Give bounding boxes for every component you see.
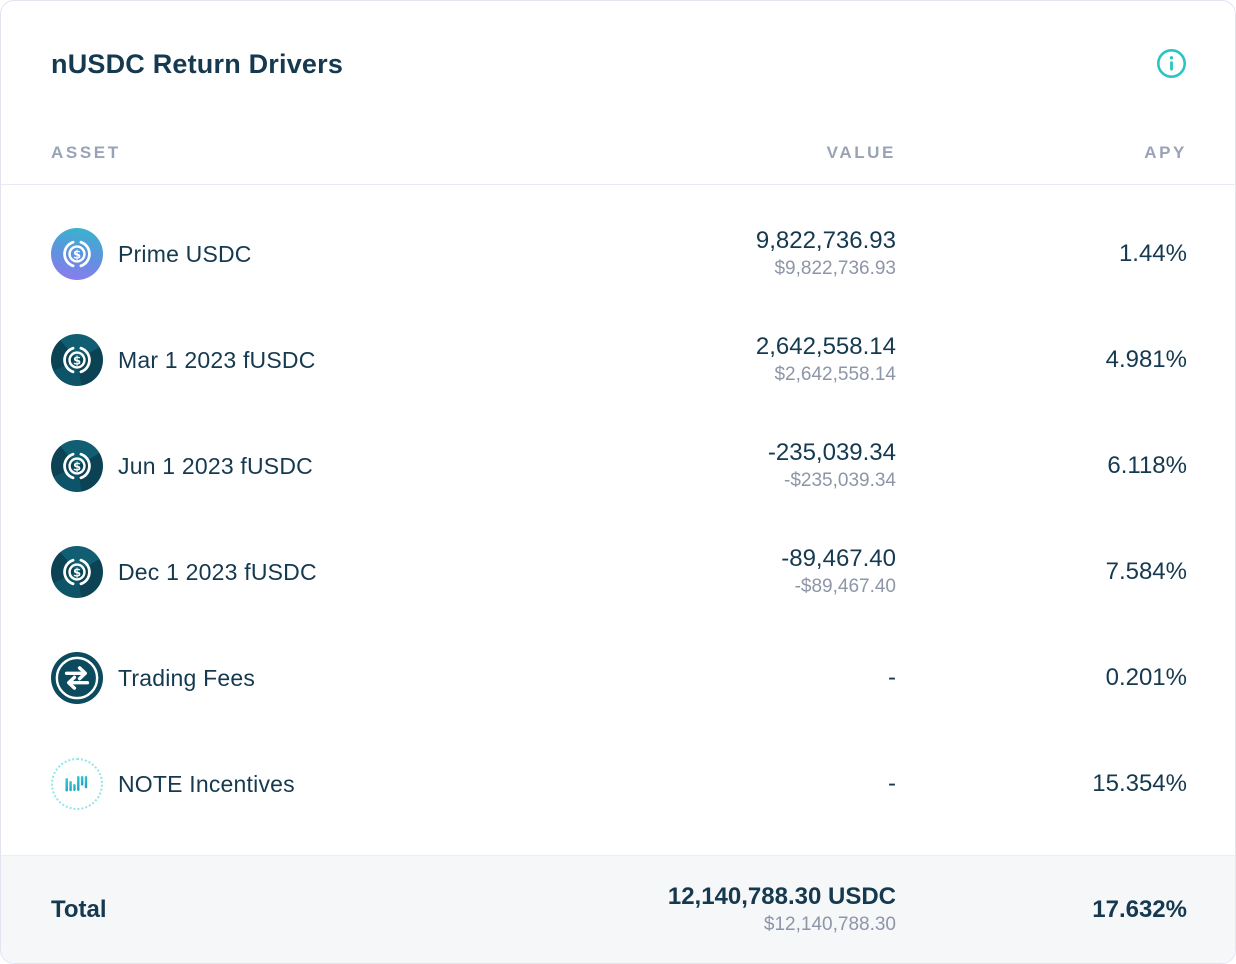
fusdc-icon: $ <box>51 546 103 598</box>
asset-value: -235,039.34 <box>556 438 896 468</box>
asset-value-usd: $9,822,736.93 <box>556 256 896 282</box>
fusdc-icon: $ <box>51 334 103 386</box>
svg-text:$: $ <box>73 565 81 579</box>
asset-value-usd: -$89,467.40 <box>556 574 896 600</box>
column-header-asset: ASSET <box>51 143 556 163</box>
card-title: nUSDC Return Drivers <box>51 47 343 81</box>
total-label: Total <box>51 896 556 924</box>
asset-apy: 4.981% <box>896 346 1187 374</box>
asset-apy: 0.201% <box>896 664 1187 692</box>
table-column-headers: ASSET VALUE APY <box>51 143 1187 184</box>
total-apy: 17.632% <box>896 896 1187 924</box>
asset-name: Trading Fees <box>118 665 255 692</box>
table-row: $ Mar 1 2023 fUSDC 2,642,558.14 $2,642,5… <box>51 307 1187 413</box>
table-body: $ Prime USDC 9,822,736.93 $9,822,736.93 … <box>1 185 1235 855</box>
asset-value: 2,642,558.14 <box>556 332 896 362</box>
fusdc-icon: $ <box>51 440 103 492</box>
info-icon <box>1156 67 1187 82</box>
prime-usdc-icon: $ <box>51 228 103 280</box>
asset-value: - <box>556 663 896 693</box>
svg-text:$: $ <box>73 353 81 367</box>
return-drivers-card: nUSDC Return Drivers ASSET VALUE APY <box>0 0 1236 964</box>
trading-fees-icon <box>51 652 103 704</box>
svg-text:$: $ <box>73 247 81 261</box>
asset-name: NOTE Incentives <box>118 771 295 798</box>
asset-apy: 7.584% <box>896 558 1187 586</box>
asset-value-usd: $2,642,558.14 <box>556 362 896 388</box>
asset-apy: 15.354% <box>896 770 1187 798</box>
asset-name: Jun 1 2023 fUSDC <box>118 453 313 480</box>
note-incentives-icon <box>51 758 103 810</box>
asset-apy: 6.118% <box>896 452 1187 480</box>
table-row: $ Dec 1 2023 fUSDC -89,467.40 -$89,467.4… <box>51 519 1187 625</box>
column-header-apy: APY <box>896 143 1187 163</box>
asset-apy: 1.44% <box>896 240 1187 268</box>
svg-text:$: $ <box>73 459 81 473</box>
asset-name: Mar 1 2023 fUSDC <box>118 347 316 374</box>
column-header-value: VALUE <box>556 143 896 163</box>
info-button[interactable] <box>1156 48 1187 79</box>
asset-name: Prime USDC <box>118 241 252 268</box>
table-row: Trading Fees - 0.201% <box>51 625 1187 731</box>
total-value-usd: $12,140,788.30 <box>556 912 896 938</box>
asset-value: 9,822,736.93 <box>556 226 896 256</box>
table-row: $ Prime USDC 9,822,736.93 $9,822,736.93 … <box>51 201 1187 307</box>
asset-name: Dec 1 2023 fUSDC <box>118 559 317 586</box>
card-header: nUSDC Return Drivers <box>1 1 1235 81</box>
total-row: Total 12,140,788.30 USDC $12,140,788.30 … <box>1 855 1235 963</box>
asset-value: -89,467.40 <box>556 544 896 574</box>
total-value: 12,140,788.30 USDC <box>556 882 896 912</box>
asset-value-usd: -$235,039.34 <box>556 468 896 494</box>
table-row: $ Jun 1 2023 fUSDC -235,039.34 -$235,039… <box>51 413 1187 519</box>
asset-value: - <box>556 769 896 799</box>
table-row: NOTE Incentives - 15.354% <box>51 731 1187 837</box>
